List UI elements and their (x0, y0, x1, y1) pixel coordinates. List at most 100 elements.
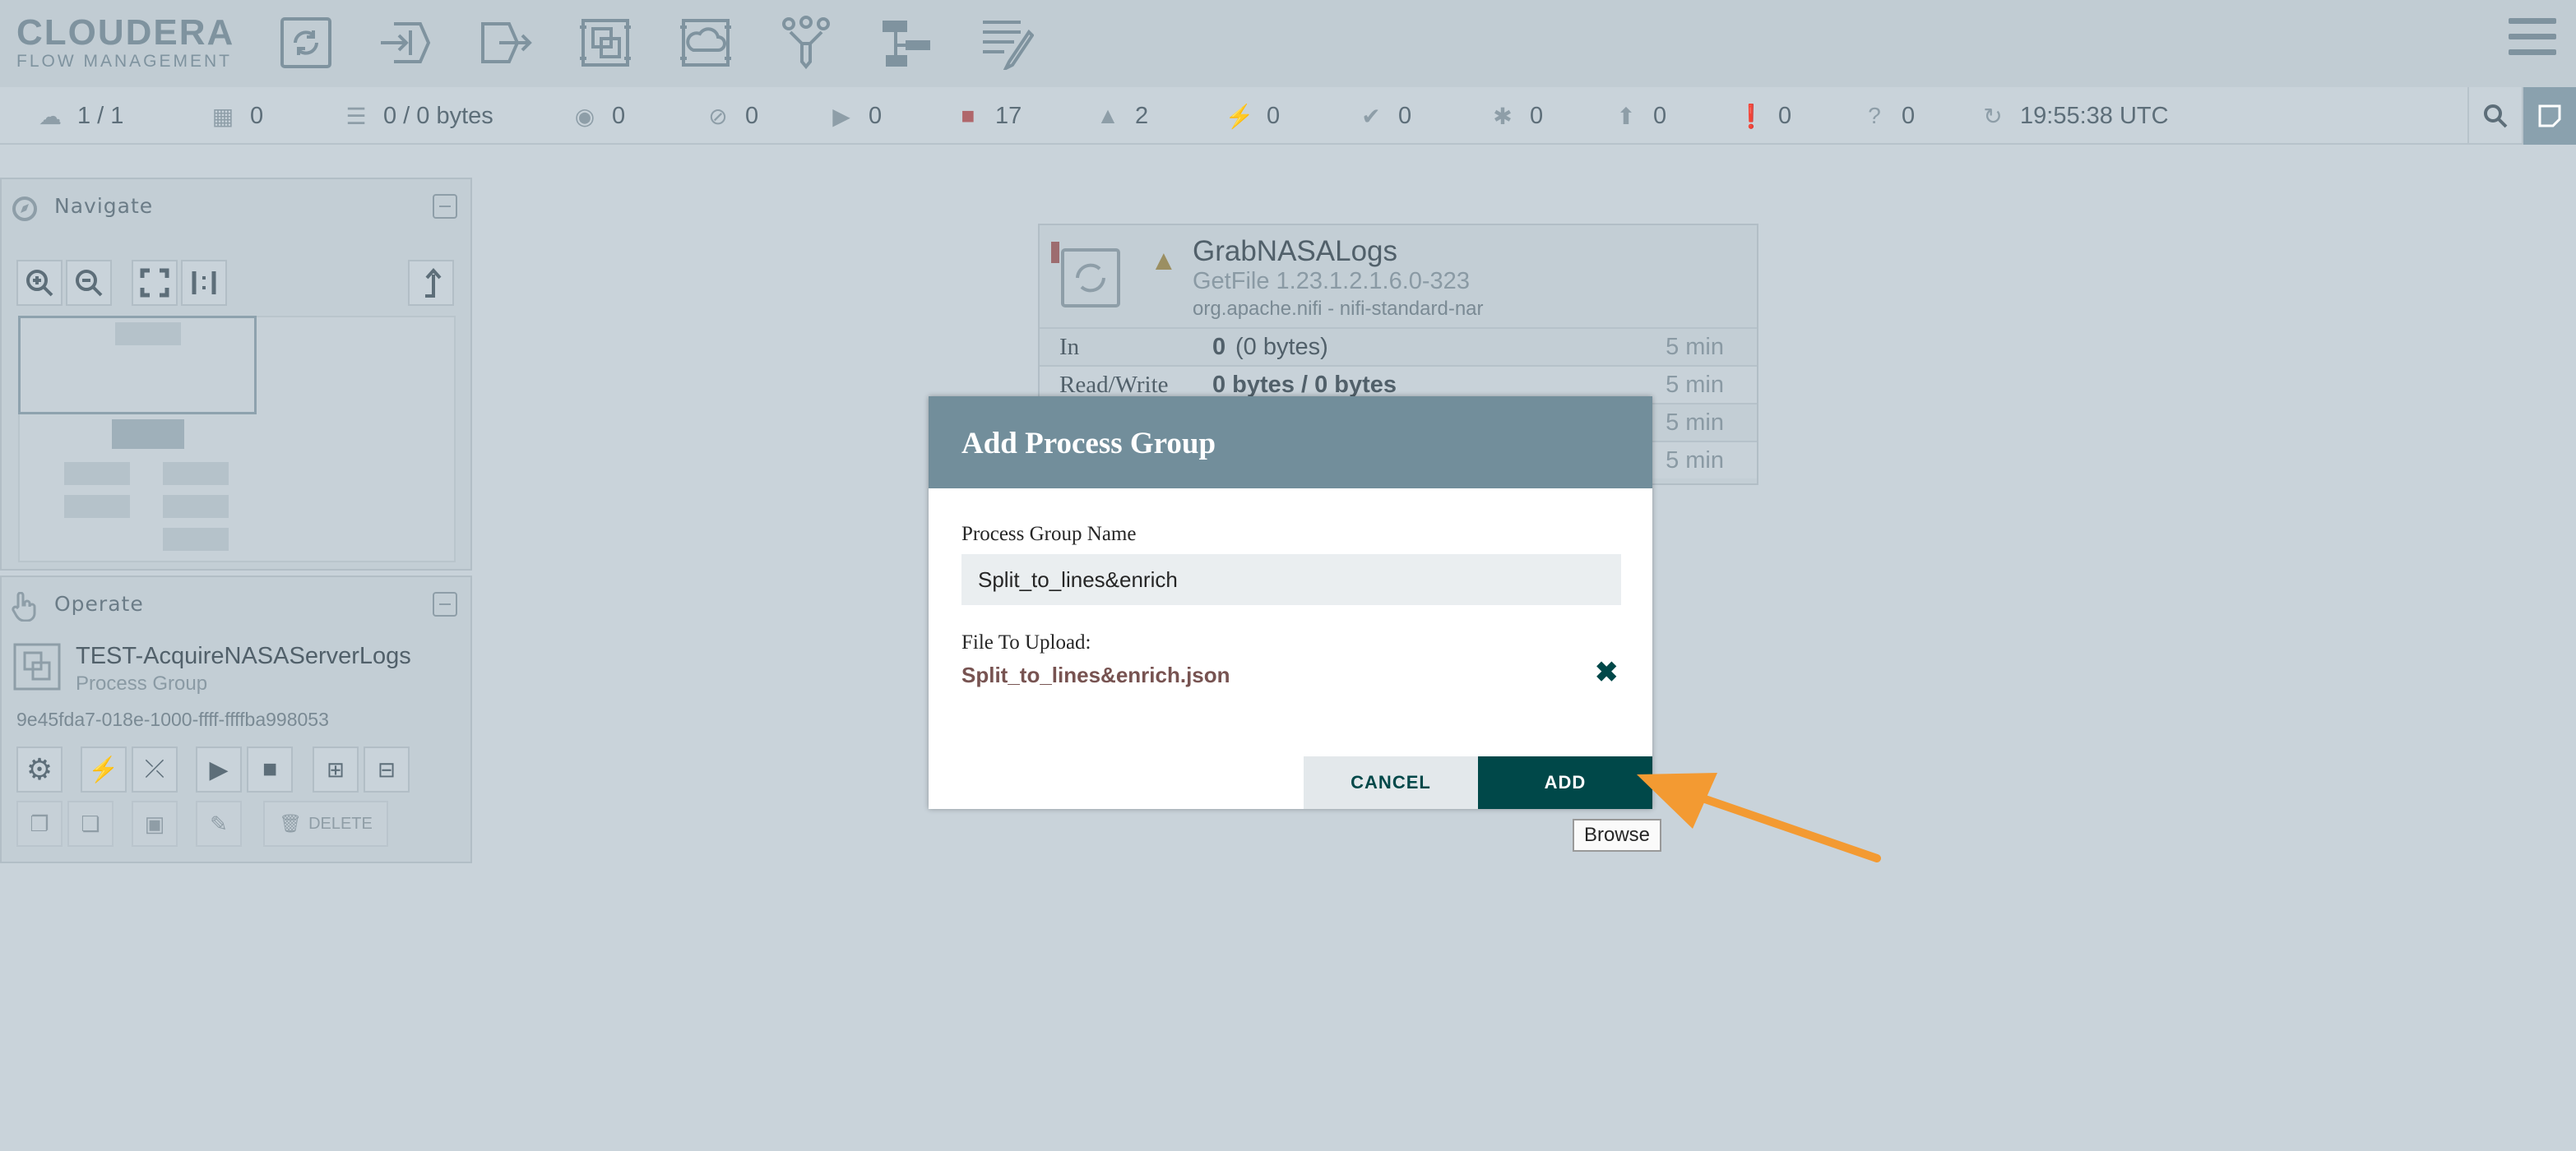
bulletin-button[interactable] (2522, 87, 2576, 145)
minimap-node (163, 462, 229, 485)
check-icon: ✔ (1361, 103, 1381, 129)
fit-screen-button[interactable] (132, 260, 178, 306)
search-button[interactable] (2467, 87, 2522, 145)
upload-template-icon: ⊟ (378, 756, 396, 782)
copy-button[interactable]: ❐ (16, 801, 63, 847)
fit-screen-icon (140, 268, 169, 298)
stat-window: 5 min (1666, 409, 1724, 436)
copy-icon: ❐ (30, 811, 49, 836)
disabled-status: ⚡ 0 (1225, 102, 1281, 130)
up-to-date-status: ✔ 0 (1359, 102, 1411, 130)
actual-size-button[interactable] (181, 260, 227, 306)
funnel-icon[interactable] (773, 10, 839, 76)
process-group-icon (13, 643, 61, 691)
lightning-icon: ⚡ (88, 756, 119, 784)
paste-icon: ❏ (81, 811, 100, 836)
upload-template-button[interactable]: ⊟ (364, 747, 410, 793)
file-upload-label: File To Upload: (961, 631, 1091, 654)
remote-process-group-icon[interactable] (673, 10, 739, 76)
zoom-out-button[interactable] (66, 260, 112, 306)
cluster-icon: ☁ (39, 103, 62, 129)
warning-icon: ▲ (1150, 245, 1178, 276)
stale-count: 0 (1653, 102, 1667, 129)
sticky-note-icon (2538, 104, 2561, 127)
label-icon[interactable] (974, 10, 1040, 76)
stop-button[interactable]: ■ (247, 747, 293, 793)
delete-label: DELETE (308, 814, 373, 833)
delete-button[interactable]: 🗑 DELETE (263, 801, 388, 847)
stop-icon: ■ (262, 756, 278, 783)
warning-icon: ▲ (1096, 103, 1119, 128)
operate-panel: Operate TEST-AcquireNASAServerLogs Proce… (0, 576, 472, 863)
running-icon: ▶ (832, 103, 850, 129)
minimap-node (64, 462, 130, 485)
not-transmitting-icon: ⊘ (708, 103, 728, 129)
paintbrush-icon: ✎ (210, 811, 228, 836)
template-icon[interactable] (873, 10, 939, 76)
paste-button[interactable]: ❏ (67, 801, 114, 847)
create-template-button[interactable]: ⊞ (313, 747, 359, 793)
output-port-icon[interactable] (472, 10, 538, 76)
locally-modified-status: ✱ 0 (1490, 102, 1543, 130)
start-button[interactable]: ▶ (196, 747, 242, 793)
cloudera-logo[interactable]: CLOUDERA FLOW MANAGEMENT (16, 15, 234, 72)
zoom-in-icon (26, 270, 53, 297)
cluster-status: ☁ 1 / 1 (38, 102, 123, 130)
refresh-icon[interactable]: ↻ (1981, 104, 2005, 129)
process-group-name-input[interactable] (961, 554, 1621, 605)
color-button[interactable]: ✎ (196, 801, 242, 847)
group-icon: ▣ (144, 811, 165, 836)
actual-size-icon (192, 271, 216, 294)
minimap-viewport[interactable] (18, 316, 257, 414)
clear-file-icon[interactable]: ✖ (1595, 656, 1619, 689)
selected-file-name: Split_to_lines&enrich.json (961, 663, 1230, 687)
compass-icon (12, 196, 37, 221)
gear-icon: ⚙ (25, 752, 53, 786)
arrow-circle-icon: ⬆ (1616, 103, 1636, 129)
app-header: CLOUDERA FLOW MANAGEMENT (0, 0, 2576, 87)
leave-group-button[interactable] (408, 260, 454, 306)
input-port-icon[interactable] (372, 10, 438, 76)
group-button[interactable]: ▣ (132, 801, 178, 847)
process-group-icon[interactable] (572, 10, 638, 76)
status-actions (2467, 87, 2576, 145)
running-count: 0 (869, 102, 883, 129)
sync-failure-count: 0 (1902, 102, 1916, 129)
process-group-name-label: Process Group Name (961, 523, 1137, 545)
stopped-status: ■ 17 (956, 102, 1022, 130)
processor-icon[interactable] (273, 10, 339, 76)
invalid-count: 2 (1135, 102, 1149, 129)
stat-label: Read/Write (1059, 372, 1169, 398)
asterisk-icon: ✱ (1493, 103, 1513, 129)
configure-button[interactable]: ⚙ (16, 747, 63, 793)
enable-button[interactable]: ⚡ (81, 747, 127, 793)
selection-name: TEST-AcquireNASAServerLogs (76, 643, 411, 669)
processor-type: GetFile 1.23.1.2.1.6.0-323 (1193, 268, 1470, 294)
navigate-collapse-icon[interactable] (433, 194, 457, 219)
navigate-title: Navigate (54, 194, 154, 218)
threads-status: ▦ 0 (211, 102, 263, 130)
dialog-title: Add Process Group (929, 396, 1652, 488)
global-menu-icon[interactable] (2509, 18, 2556, 64)
queue-icon: ☰ (345, 103, 367, 129)
locally-modified-count: 0 (1530, 102, 1544, 129)
stat-window: 5 min (1666, 372, 1724, 398)
refresh-status[interactable]: ↻ 19:55:38 UTC (1981, 102, 2168, 130)
invalid-status: ▲ 2 (1096, 102, 1148, 130)
stat-value: 0 bytes / 0 bytes (1212, 372, 1397, 398)
stat-window: 5 min (1666, 334, 1724, 360)
threads-icon: ▦ (211, 103, 234, 129)
running-status: ▶ 0 (829, 102, 882, 130)
zoom-in-button[interactable] (16, 260, 63, 306)
stat-extra: (0 bytes) (1235, 334, 1328, 360)
operate-title: Operate (54, 592, 144, 616)
level-up-icon (425, 268, 442, 298)
birdseye-minimap[interactable] (18, 316, 456, 562)
disable-button[interactable]: ⤫ (132, 747, 178, 793)
search-icon (2484, 104, 2508, 128)
operate-collapse-icon[interactable] (433, 592, 457, 617)
cancel-button[interactable]: CANCEL (1304, 756, 1478, 809)
queued-status: ☰ 0 / 0 bytes (344, 102, 493, 130)
stat-window: 5 min (1666, 447, 1724, 474)
transmitting-status: ◉ 0 (572, 102, 625, 130)
